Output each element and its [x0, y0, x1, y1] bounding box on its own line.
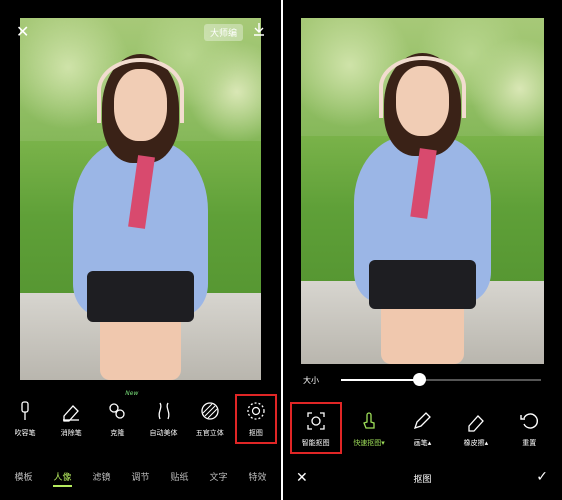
tool-quick-select[interactable]: 快速抠图▾	[343, 410, 395, 454]
slider-fill	[341, 379, 419, 381]
bottom-title: 抠图	[413, 475, 432, 485]
tool-clone[interactable]: New 克隆	[96, 390, 138, 444]
slider-knob[interactable]	[413, 373, 426, 386]
eraser-icon	[60, 400, 82, 422]
portrait-tools: 吹容笔 消除笔 New 克隆 自动美体 五官立体 抠图	[0, 390, 281, 444]
photo-canvas[interactable]	[20, 18, 261, 380]
tool-label: 智能抠图	[301, 439, 330, 447]
tool-label: 橡皮擦▴	[463, 439, 489, 447]
face-3d-icon	[199, 400, 221, 422]
tab-template[interactable]: 模板	[14, 470, 32, 487]
category-tabs: 模板 人像 滤镜 调节 贴纸 文字 特效	[0, 470, 281, 487]
tool-cutout[interactable]: 抠图	[234, 394, 277, 444]
subject-headphones	[97, 57, 184, 123]
cutout-tools: 智能抠图 快速抠图▾ 画笔▴ 橡皮擦▴ 重置	[283, 402, 562, 454]
right-cutout-screen: 大小 智能抠图 快速抠图▾ 画笔▴ 橡皮擦▴ 重置 ✕ 抠图 ✓	[283, 0, 562, 500]
tool-face-3d[interactable]: 五官立体	[189, 400, 231, 444]
tool-label: 快速抠图▾	[353, 439, 385, 447]
left-editor-screen: ✕ 大师编 吹容笔 消除笔 New 克隆 自动美体 五官立体 抠图 模板 人像 …	[0, 0, 281, 500]
confirm-icon[interactable]: ✓	[536, 469, 548, 485]
tool-auto-body[interactable]: 自动美体	[143, 400, 185, 444]
tool-reset[interactable]: 重置	[503, 410, 555, 454]
export-tag[interactable]: 大师编	[204, 24, 244, 41]
close-icon[interactable]: ✕	[16, 22, 29, 41]
download-icon[interactable]	[252, 22, 266, 36]
tool-label: 自动美体	[149, 429, 178, 437]
tab-filter[interactable]: 滤镜	[92, 470, 110, 487]
quick-select-icon	[358, 410, 380, 432]
size-label: 大小	[303, 376, 319, 385]
cutout-icon	[245, 400, 267, 422]
tool-brush[interactable]: 吹容笔	[4, 400, 46, 444]
tool-label: 吹容笔	[14, 429, 36, 437]
tab-sticker[interactable]: 贴纸	[170, 470, 188, 487]
clone-icon	[106, 400, 128, 422]
body-shape-icon	[153, 400, 175, 422]
new-badge: New	[125, 390, 139, 397]
eraser-icon	[465, 410, 487, 432]
subject-skirt	[369, 260, 476, 309]
tool-label: 重置	[522, 439, 537, 447]
size-slider[interactable]	[341, 373, 541, 386]
subject-headphones	[378, 56, 467, 119]
tool-label: 抠图	[248, 429, 263, 437]
tab-adjust[interactable]: 调节	[131, 470, 149, 487]
tool-eraser[interactable]: 消除笔	[50, 400, 92, 444]
tab-effects[interactable]: 特效	[248, 470, 266, 487]
tool-label: 五官立体	[195, 429, 224, 437]
brush-icon	[14, 400, 36, 422]
subject-skirt	[87, 271, 194, 323]
tool-smart-cutout[interactable]: 智能抠图	[289, 402, 342, 454]
tool-label: 消除笔	[60, 429, 82, 437]
smart-cutout-icon	[305, 410, 327, 432]
pen-icon	[411, 410, 433, 432]
tool-label: 画笔▴	[413, 439, 432, 447]
photo-canvas[interactable]	[301, 18, 544, 364]
tool-label: 克隆	[110, 429, 125, 437]
tab-text[interactable]: 文字	[209, 470, 227, 487]
tool-pen[interactable]: 画笔▴	[396, 410, 448, 454]
tab-portrait[interactable]: 人像	[53, 470, 72, 487]
bottom-action-bar: ✕ 抠图 ✓	[283, 468, 562, 492]
tool-eraser[interactable]: 橡皮擦▴	[450, 410, 502, 454]
reset-icon	[518, 410, 540, 432]
